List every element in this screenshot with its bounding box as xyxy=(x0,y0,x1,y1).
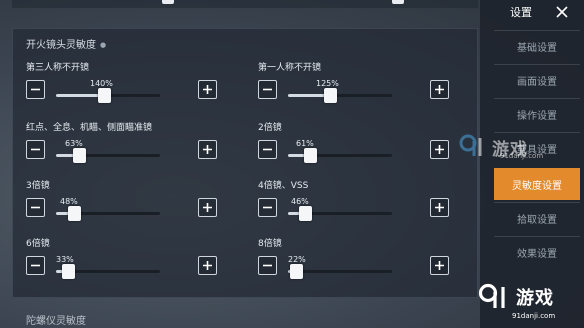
sensitivity-slider[interactable] xyxy=(56,148,160,163)
previous-slider-thumb[interactable] xyxy=(392,0,404,4)
slider-thumb[interactable] xyxy=(290,264,303,279)
minus-icon xyxy=(31,148,40,151)
plus-icon xyxy=(435,85,444,94)
previous-settings-strip xyxy=(12,0,478,8)
sidebar-item[interactable]: 灵敏度设置 xyxy=(494,168,580,200)
decrease-button[interactable] xyxy=(258,80,277,99)
minus-icon xyxy=(31,88,40,91)
plus-icon xyxy=(203,261,212,270)
increase-button[interactable] xyxy=(198,256,217,275)
plus-icon xyxy=(203,145,212,154)
sensitivity-label: 6倍镜 xyxy=(26,239,50,249)
watermark-logo-icon xyxy=(478,283,505,308)
minus-icon xyxy=(263,206,272,209)
watermark-corner: 游戏 xyxy=(478,282,554,312)
sensitivity-value: 125% xyxy=(316,79,339,88)
increase-button[interactable] xyxy=(198,198,217,217)
sensitivity-value: 61% xyxy=(296,139,314,148)
plus-icon xyxy=(203,85,212,94)
increase-button[interactable] xyxy=(198,80,217,99)
section-title-text: 开火镜头灵敏度 xyxy=(26,40,96,51)
decrease-button[interactable] xyxy=(258,140,277,159)
sidebar-item[interactable]: 效果设置 xyxy=(494,236,580,268)
slider-thumb[interactable] xyxy=(98,88,111,103)
sensitivity-label: 8倍镜 xyxy=(258,239,282,249)
sidebar-title: 设置 xyxy=(510,6,532,19)
sensitivity-value: 63% xyxy=(65,139,83,148)
sensitivity-value: 48% xyxy=(60,197,78,206)
plus-icon xyxy=(435,261,444,270)
watermark-text: 游戏 xyxy=(516,288,554,309)
slider-thumb[interactable] xyxy=(324,88,337,103)
decrease-button[interactable] xyxy=(258,198,277,217)
slider-thumb[interactable] xyxy=(304,148,317,163)
sensitivity-slider[interactable] xyxy=(288,148,392,163)
slider-thumb[interactable] xyxy=(68,206,81,221)
sensitivity-slider[interactable] xyxy=(56,88,160,103)
sensitivity-slider[interactable] xyxy=(288,206,392,221)
sensitivity-label: 4倍镜、VSS xyxy=(258,181,309,191)
increase-button[interactable] xyxy=(430,256,449,275)
slider-thumb[interactable] xyxy=(62,264,75,279)
slider-fill xyxy=(56,94,104,97)
sidebar-item[interactable]: 基础设置 xyxy=(494,30,580,62)
watermark-url: 91danji.com xyxy=(500,152,544,160)
decrease-button[interactable] xyxy=(26,256,45,275)
sensitivity-value: 46% xyxy=(291,197,309,206)
sensitivity-slider[interactable] xyxy=(288,88,392,103)
sensitivity-label: 第一人称不开镜 xyxy=(258,63,322,73)
sensitivity-slider[interactable] xyxy=(56,206,160,221)
plus-icon xyxy=(435,203,444,212)
increase-button[interactable] xyxy=(430,198,449,217)
sensitivity-value: 33% xyxy=(56,255,74,264)
section-title: 开火镜头灵敏度 ● xyxy=(26,36,106,51)
sensitivity-label: 红点、全息、机瞄、侧面瞄准镜 xyxy=(26,123,153,133)
minus-icon xyxy=(263,148,272,151)
sidebar-item[interactable]: 拾取设置 xyxy=(494,202,580,234)
sidebar-item[interactable]: 画面设置 xyxy=(494,64,580,96)
slider-thumb[interactable] xyxy=(73,148,86,163)
slider-thumb[interactable] xyxy=(299,206,312,221)
sensitivity-label: 3倍镜 xyxy=(26,181,50,191)
watermark-url: 91danji.com xyxy=(512,312,556,320)
increase-button[interactable] xyxy=(430,140,449,159)
plus-icon xyxy=(435,145,444,154)
decrease-button[interactable] xyxy=(26,198,45,217)
decrease-button[interactable] xyxy=(258,256,277,275)
bottom-section-title: 陀螺仪灵敏度 xyxy=(26,316,86,327)
sensitivity-slider[interactable] xyxy=(288,264,392,279)
minus-icon xyxy=(31,264,40,267)
close-icon[interactable] xyxy=(554,4,570,20)
sensitivity-label: 2倍镜 xyxy=(258,123,282,133)
sensitivity-value: 22% xyxy=(288,255,306,264)
sensitivity-label: 第三人称不开镜 xyxy=(26,63,90,73)
plus-icon xyxy=(203,203,212,212)
minus-icon xyxy=(263,264,272,267)
watermark-logo-icon xyxy=(459,134,482,156)
increase-button[interactable] xyxy=(430,80,449,99)
decrease-button[interactable] xyxy=(26,80,45,99)
sidebar-item[interactable]: 操作设置 xyxy=(494,98,580,130)
sensitivity-slider[interactable] xyxy=(56,264,160,279)
decrease-button[interactable] xyxy=(26,140,45,159)
increase-button[interactable] xyxy=(198,140,217,159)
sensitivity-value: 140% xyxy=(90,79,113,88)
minus-icon xyxy=(263,88,272,91)
previous-slider-thumb[interactable] xyxy=(162,0,174,4)
minus-icon xyxy=(31,206,40,209)
info-dot-icon: ● xyxy=(100,41,107,49)
